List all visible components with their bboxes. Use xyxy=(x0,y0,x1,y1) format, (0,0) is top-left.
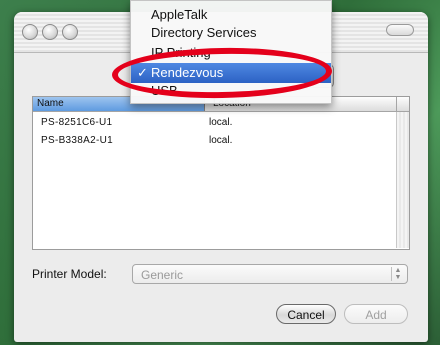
add-button[interactable]: Add xyxy=(344,304,408,324)
printer-name: PS-8251C6-U1 xyxy=(41,117,113,128)
toolbar-toggle-button[interactable] xyxy=(386,24,414,36)
column-header-end xyxy=(396,97,409,111)
menu-item-directory-services[interactable]: Directory Services xyxy=(131,23,331,43)
printer-model-label: Printer Model: xyxy=(32,267,107,281)
stepper-arrows-icon: ▲ ▼ xyxy=(391,267,404,281)
printer-location: local. xyxy=(209,117,233,128)
printer-model-select[interactable]: Generic ▲ ▼ xyxy=(132,264,408,284)
cancel-button[interactable]: Cancel xyxy=(276,304,336,324)
close-light-icon[interactable] xyxy=(22,24,38,40)
table-row[interactable]: PS-8251C6-U1 local. xyxy=(33,115,409,131)
list-scrollbar[interactable] xyxy=(396,112,409,248)
printer-name: PS-B338A2-U1 xyxy=(41,135,113,146)
printer-list: Name Location PS-8251C6-U1 local. PS-B33… xyxy=(32,96,410,250)
menu-item-appletalk[interactable]: AppleTalk xyxy=(131,5,331,25)
menu-item-label: Directory Services xyxy=(151,25,257,40)
menu-item-label: AppleTalk xyxy=(151,7,208,22)
zoom-light-icon[interactable] xyxy=(62,24,78,40)
printer-model-value: Generic xyxy=(141,268,184,282)
table-row[interactable]: PS-B338A2-U1 local. xyxy=(33,133,409,149)
minimize-light-icon[interactable] xyxy=(42,24,58,40)
printer-location: local. xyxy=(209,135,233,146)
